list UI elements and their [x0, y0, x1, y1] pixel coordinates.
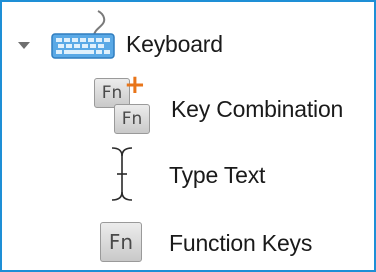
expand-arrow-icon[interactable]	[18, 42, 30, 49]
tree-item-label: Keyboard	[126, 31, 223, 57]
tree-panel: Keyboard Fn + Fn Key Combination Type Te…	[0, 0, 376, 272]
tree-item-type-text[interactable]: Type Text	[2, 140, 374, 204]
keyboard-icon	[50, 10, 116, 60]
tree-item-label: Type Text	[169, 162, 266, 188]
text-cursor-icon	[108, 144, 136, 204]
plus-icon: +	[124, 70, 146, 100]
key-combination-icon: Fn + Fn	[94, 72, 160, 138]
function-key-icon: Fn	[100, 222, 142, 262]
tree-item-label: Key Combination	[171, 96, 344, 122]
tree-item-function-keys[interactable]: Fn Function Keys	[2, 204, 374, 268]
fn-key-front: Fn	[114, 104, 150, 134]
tree-item-key-combination[interactable]: Fn + Fn Key Combination	[2, 72, 374, 140]
tree-item-label: Function Keys	[169, 230, 313, 256]
tree-item-keyboard[interactable]: Keyboard	[2, 2, 374, 72]
